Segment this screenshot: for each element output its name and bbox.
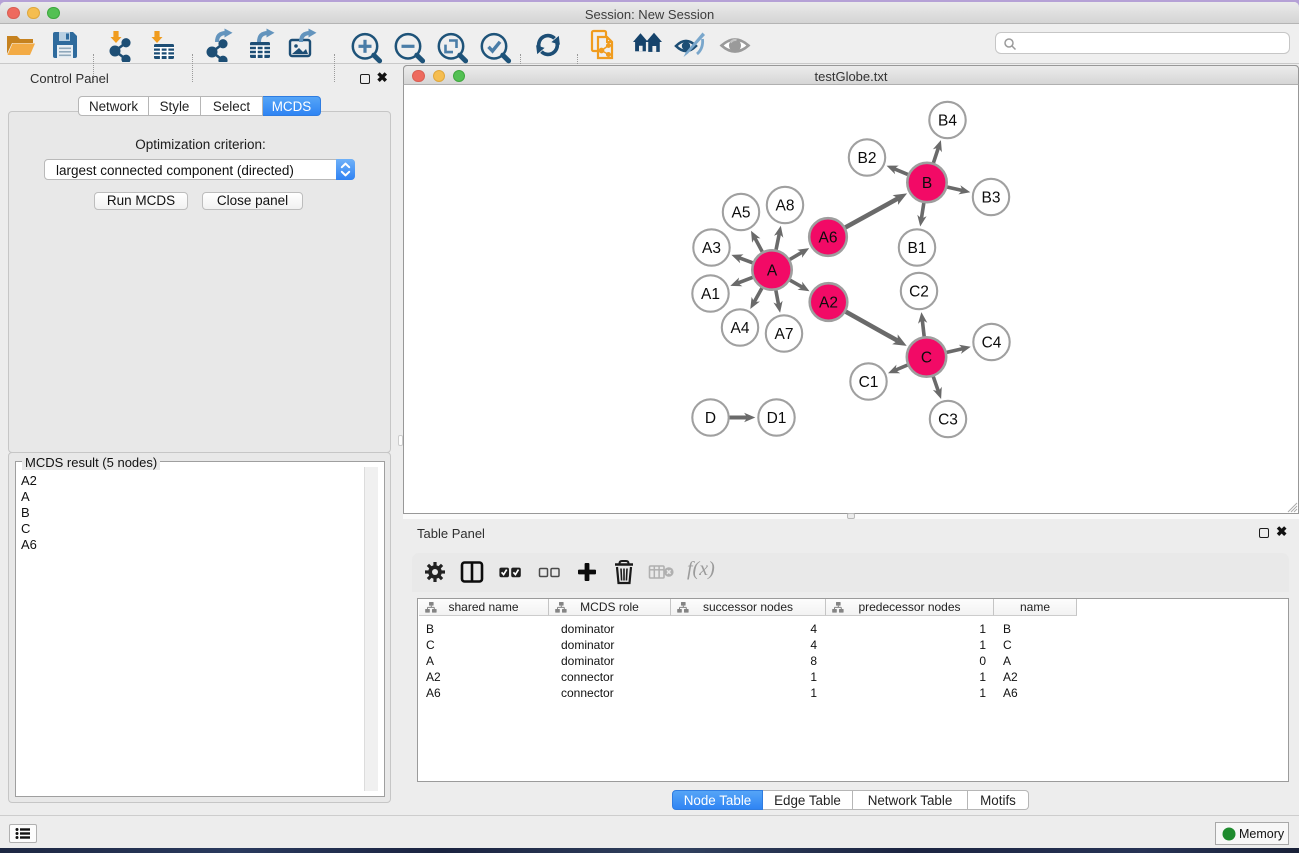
- svg-text:A8: A8: [776, 197, 795, 214]
- svg-text:A5: A5: [732, 204, 751, 221]
- svg-text:D: D: [705, 410, 716, 427]
- svg-text:A4: A4: [731, 320, 750, 337]
- svg-text:D1: D1: [767, 410, 787, 427]
- svg-text:B3: B3: [982, 189, 1001, 206]
- svg-text:C1: C1: [859, 374, 879, 391]
- svg-text:A7: A7: [775, 326, 794, 343]
- svg-text:A2: A2: [819, 294, 838, 311]
- svg-text:C2: C2: [909, 283, 929, 300]
- svg-text:C3: C3: [938, 411, 958, 428]
- svg-text:A1: A1: [701, 286, 720, 303]
- svg-text:B: B: [922, 175, 932, 192]
- svg-text:A3: A3: [702, 240, 721, 257]
- svg-text:A: A: [767, 262, 778, 279]
- svg-text:B4: B4: [938, 112, 957, 129]
- svg-text:C: C: [921, 349, 932, 366]
- svg-text:C4: C4: [982, 334, 1002, 351]
- svg-text:B1: B1: [908, 240, 927, 257]
- svg-text:B2: B2: [858, 150, 877, 167]
- svg-text:A6: A6: [819, 229, 838, 246]
